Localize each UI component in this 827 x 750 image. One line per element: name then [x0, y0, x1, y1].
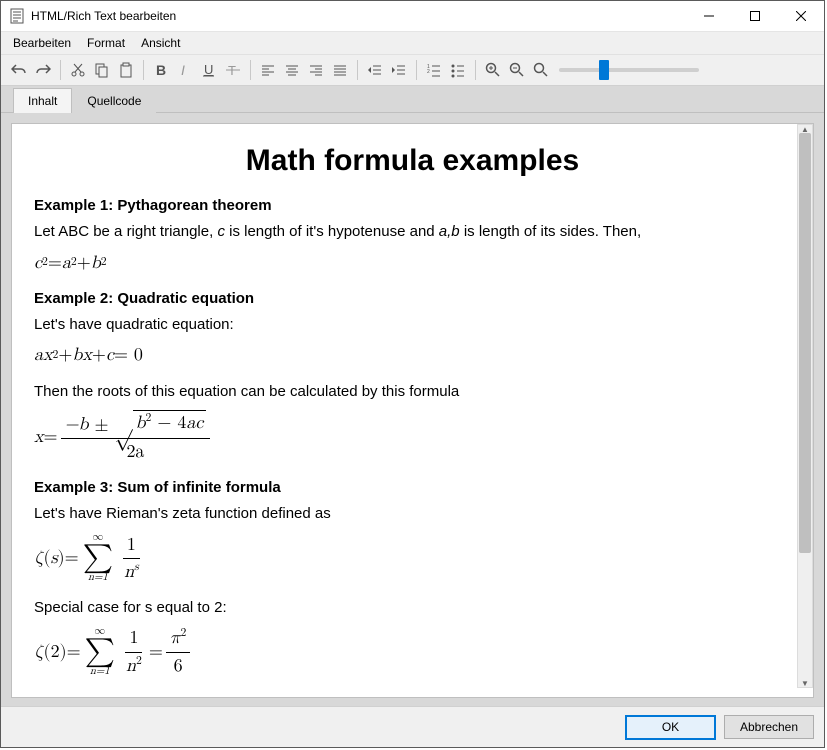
bold-icon[interactable]: B: [149, 58, 173, 82]
formula-quadratic-roots: x = −b ± √b2 − 4ac 2a: [34, 410, 791, 464]
svg-text:B: B: [156, 62, 166, 78]
window-title: HTML/Rich Text bearbeiten: [31, 9, 686, 23]
tabstrip: Inhalt Quellcode: [1, 86, 824, 113]
scroll-up-icon[interactable]: ▲: [798, 125, 812, 133]
ex3-text2: Special case for s equal to 2:: [34, 598, 791, 618]
align-center-icon[interactable]: [280, 58, 304, 82]
ex1-text: Let ABC be a right triangle, c is length…: [34, 222, 791, 242]
ex2-heading: Example 2: Quadratic equation: [34, 290, 254, 307]
close-button[interactable]: [778, 1, 824, 31]
svg-text:2: 2: [427, 69, 430, 75]
ex3-heading: Example 3: Sum of infinite formula: [34, 479, 281, 496]
undo-icon[interactable]: [7, 58, 31, 82]
align-right-icon[interactable]: [304, 58, 328, 82]
formula-quadratic: ax2 + bx + c = 0: [34, 343, 791, 367]
formula-zeta: ζ(s) = ∞∑n=1 1ns: [34, 533, 791, 585]
separator: [143, 60, 144, 80]
copy-icon[interactable]: [90, 58, 114, 82]
content-area: Math formula examples Example 1: Pythago…: [1, 113, 824, 706]
ex2-text2: Then the roots of this equation can be c…: [34, 382, 791, 402]
separator: [416, 60, 417, 80]
separator: [60, 60, 61, 80]
svg-text:I: I: [181, 62, 185, 78]
scroll-thumb[interactable]: [799, 133, 811, 553]
cut-icon[interactable]: [66, 58, 90, 82]
minimize-button[interactable]: [686, 1, 732, 31]
menu-view[interactable]: Ansicht: [133, 34, 188, 52]
ex3-text: Let's have Rieman's zeta function define…: [34, 504, 791, 524]
separator: [357, 60, 358, 80]
redo-icon[interactable]: [31, 58, 55, 82]
align-justify-icon[interactable]: [328, 58, 352, 82]
doc-body: Example 1: Pythagorean theorem Let ABC b…: [34, 196, 791, 678]
document[interactable]: Math formula examples Example 1: Pythago…: [11, 123, 814, 698]
ex1-heading: Example 1: Pythagorean theorem: [34, 197, 272, 214]
menu-edit[interactable]: Bearbeiten: [5, 34, 79, 52]
doc-title: Math formula examples: [34, 144, 791, 178]
cancel-button[interactable]: Abbrechen: [724, 715, 814, 739]
formula-pythagoras: c2 = a2 + b2: [34, 251, 791, 275]
outdent-icon[interactable]: [363, 58, 387, 82]
zoom-in-icon[interactable]: [481, 58, 505, 82]
zoom-slider[interactable]: [559, 68, 699, 72]
menu-format[interactable]: Format: [79, 34, 133, 52]
separator: [475, 60, 476, 80]
tab-content[interactable]: Inhalt: [13, 88, 72, 113]
paste-icon[interactable]: [114, 58, 138, 82]
formula-zeta2: ζ(2) = ∞∑n=1 1n2 = π26: [34, 626, 791, 678]
align-left-icon[interactable]: [256, 58, 280, 82]
italic-icon[interactable]: I: [173, 58, 197, 82]
menubar: Bearbeiten Format Ansicht: [1, 32, 824, 55]
maximize-button[interactable]: [732, 1, 778, 31]
vertical-scrollbar[interactable]: ▲ ▼: [797, 124, 813, 688]
app-icon: [9, 8, 25, 24]
titlebar: HTML/Rich Text bearbeiten: [1, 1, 824, 32]
svg-text:U: U: [204, 62, 213, 77]
slider-thumb[interactable]: [599, 60, 609, 80]
toolbar: B I U T 12: [1, 55, 824, 86]
ordered-list-icon[interactable]: 12: [422, 58, 446, 82]
underline-icon[interactable]: U: [197, 58, 221, 82]
dialog-footer: OK Abbrechen: [1, 706, 824, 747]
zoom-out-icon[interactable]: [505, 58, 529, 82]
scroll-down-icon[interactable]: ▼: [798, 679, 812, 687]
ok-button[interactable]: OK: [625, 715, 716, 740]
zoom-icon[interactable]: [529, 58, 553, 82]
ex2-text: Let's have quadratic equation:: [34, 315, 791, 335]
unordered-list-icon[interactable]: [446, 58, 470, 82]
strike-icon[interactable]: T: [221, 58, 245, 82]
indent-icon[interactable]: [387, 58, 411, 82]
tab-source[interactable]: Quellcode: [72, 88, 156, 113]
editor-window: HTML/Rich Text bearbeiten Bearbeiten For…: [0, 0, 825, 748]
separator: [250, 60, 251, 80]
